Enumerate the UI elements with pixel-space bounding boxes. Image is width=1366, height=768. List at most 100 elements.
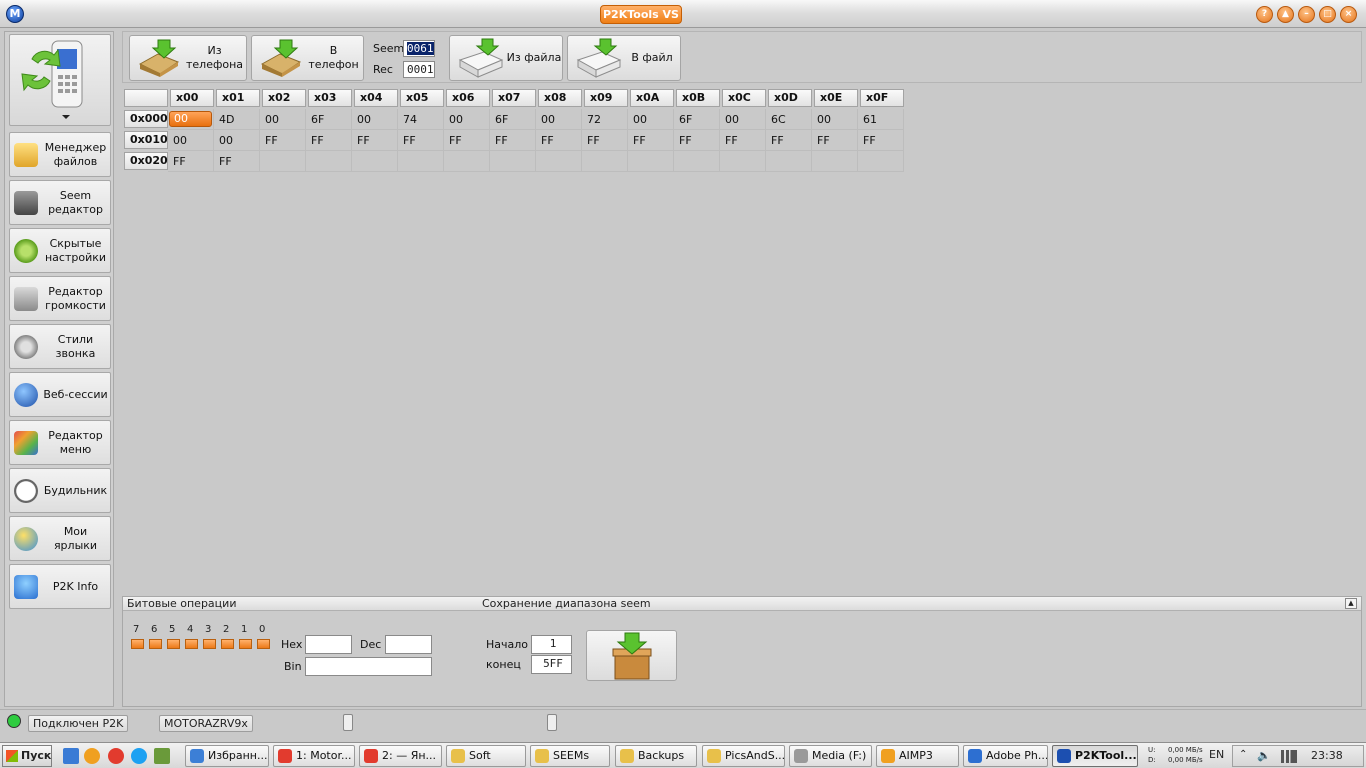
bit-toggle[interactable]	[239, 639, 252, 649]
seem-input[interactable]: 0061	[403, 40, 435, 57]
hex-cell[interactable]: 6F	[306, 109, 352, 130]
app-quicklaunch-icon[interactable]	[154, 748, 170, 764]
column-header[interactable]: x07	[492, 89, 536, 107]
column-header[interactable]: x06	[446, 89, 490, 107]
status-splitter-2[interactable]	[547, 714, 557, 731]
bit-toggle[interactable]	[185, 639, 198, 649]
phone-sync-logo[interactable]	[9, 34, 111, 126]
sidebar-item-alarm[interactable]: Будильник	[9, 468, 111, 513]
bit-toggle[interactable]	[203, 639, 216, 649]
save-range-button[interactable]	[586, 630, 677, 681]
hex-cell[interactable]	[628, 151, 674, 172]
sidebar-item-ring-styles[interactable]: Стили звонка	[9, 324, 111, 369]
taskbar-button[interactable]: 1: Motor...	[273, 745, 355, 767]
status-splitter-1[interactable]	[343, 714, 353, 731]
selected-hex-cell[interactable]: 00	[169, 111, 212, 127]
hex-cell[interactable]	[490, 151, 536, 172]
sidebar-item-hidden-settings[interactable]: Скрытые настройки	[9, 228, 111, 273]
taskbar-button[interactable]: 2: — Ян...	[359, 745, 442, 767]
hex-cell[interactable]: 00	[214, 130, 260, 151]
hex-cell[interactable]: FF	[674, 130, 720, 151]
taskbar-button[interactable]: P2KTool...	[1052, 745, 1138, 767]
hex-cell[interactable]: 00	[536, 109, 582, 130]
taskbar-button[interactable]: Избранн...	[185, 745, 269, 767]
hex-cell[interactable]: FF	[812, 130, 858, 151]
hex-cell[interactable]	[582, 151, 628, 172]
taskbar-button[interactable]: Adobe Ph...	[963, 745, 1048, 767]
taskbar-button[interactable]: Media (F:)	[789, 745, 872, 767]
language-indicator[interactable]: EN	[1209, 748, 1224, 761]
column-header[interactable]: x00	[170, 89, 214, 107]
end-input[interactable]: 5FF	[531, 655, 572, 674]
hex-cell[interactable]: FF	[582, 130, 628, 151]
dec-input[interactable]	[385, 635, 432, 654]
hex-cell[interactable]	[720, 151, 766, 172]
column-header[interactable]: x0F	[860, 89, 904, 107]
column-header[interactable]: x05	[400, 89, 444, 107]
column-header[interactable]: x04	[354, 89, 398, 107]
hex-cell[interactable]: FF	[628, 130, 674, 151]
hex-cell[interactable]: 72	[582, 109, 628, 130]
twitter-quicklaunch-icon[interactable]	[131, 748, 147, 764]
column-header[interactable]: x0C	[722, 89, 766, 107]
maximize-icon[interactable]: □	[1319, 6, 1336, 23]
bit-toggle[interactable]	[131, 639, 144, 649]
rec-input[interactable]: 0001	[403, 61, 435, 78]
hex-cell[interactable]: 6F	[674, 109, 720, 130]
hex-cell[interactable]: FF	[398, 130, 444, 151]
hex-cell[interactable]: 00	[628, 109, 674, 130]
hex-cell[interactable]	[398, 151, 444, 172]
volume-tray-icon[interactable]: 🔈	[1257, 749, 1271, 762]
taskbar-button[interactable]: SEEMs	[530, 745, 610, 767]
taskbar-button[interactable]: PicsAndS...	[702, 745, 785, 767]
rollup-icon[interactable]: ▲	[1277, 6, 1294, 23]
start-button[interactable]: Пуск	[2, 745, 52, 767]
bit-toggle[interactable]	[221, 639, 234, 649]
hex-cell[interactable]: FF	[720, 130, 766, 151]
sidebar-item-menu-editor[interactable]: Редактор меню	[9, 420, 111, 465]
to-file-button[interactable]: В файл	[567, 35, 681, 81]
hex-cell[interactable]: 6C	[766, 109, 812, 130]
sidebar-item-file-manager[interactable]: Менеджер файлов	[9, 132, 111, 177]
column-header[interactable]: x08	[538, 89, 582, 107]
clock-time[interactable]: 23:38	[1311, 749, 1343, 762]
tray-expand-icon[interactable]: ⌃	[1239, 749, 1247, 760]
bit-toggle[interactable]	[149, 639, 162, 649]
hex-cell[interactable]	[444, 151, 490, 172]
taskbar-button[interactable]: Backups	[615, 745, 697, 767]
bit-toggle[interactable]	[167, 639, 180, 649]
row-address[interactable]: 0x000	[124, 110, 168, 128]
show-desktop-icon[interactable]	[63, 748, 79, 764]
hex-cell[interactable]: 00	[720, 109, 766, 130]
hex-cell[interactable]: FF	[444, 130, 490, 151]
minimize-icon[interactable]: –	[1298, 6, 1315, 23]
hex-cell[interactable]	[306, 151, 352, 172]
hex-cell[interactable]	[858, 151, 904, 172]
from-file-button[interactable]: Из файла	[449, 35, 563, 81]
column-header[interactable]: x09	[584, 89, 628, 107]
motorola-logo-icon[interactable]: M	[6, 5, 24, 23]
yandex-quicklaunch-icon[interactable]	[108, 748, 124, 764]
signal-tray-icon[interactable]	[1281, 750, 1297, 763]
column-header[interactable]: x0B	[676, 89, 720, 107]
hex-cell[interactable]: FF	[306, 130, 352, 151]
to-phone-button[interactable]: В телефон	[251, 35, 364, 81]
row-address[interactable]: 0x020	[124, 152, 168, 170]
column-header[interactable]: x01	[216, 89, 260, 107]
from-phone-button[interactable]: Из телефона	[129, 35, 247, 81]
hex-cell[interactable]: 4D	[214, 109, 260, 130]
hex-cell[interactable]: 00	[812, 109, 858, 130]
hex-cell[interactable]	[260, 151, 306, 172]
hex-cell[interactable]: 61	[858, 109, 904, 130]
column-header[interactable]: x0D	[768, 89, 812, 107]
hex-cell[interactable]	[536, 151, 582, 172]
sidebar-item-p2k-info[interactable]: P2K Info	[9, 564, 111, 609]
taskbar-button[interactable]: AIMP3	[876, 745, 959, 767]
hex-cell[interactable]: 00	[352, 109, 398, 130]
close-icon[interactable]: ×	[1340, 6, 1357, 23]
collapse-icon[interactable]: ▲	[1345, 598, 1357, 609]
column-header[interactable]: x0E	[814, 89, 858, 107]
column-header[interactable]: x03	[308, 89, 352, 107]
sidebar-item-volume-editor[interactable]: Редактор громкости	[9, 276, 111, 321]
taskbar-button[interactable]: Soft	[446, 745, 526, 767]
